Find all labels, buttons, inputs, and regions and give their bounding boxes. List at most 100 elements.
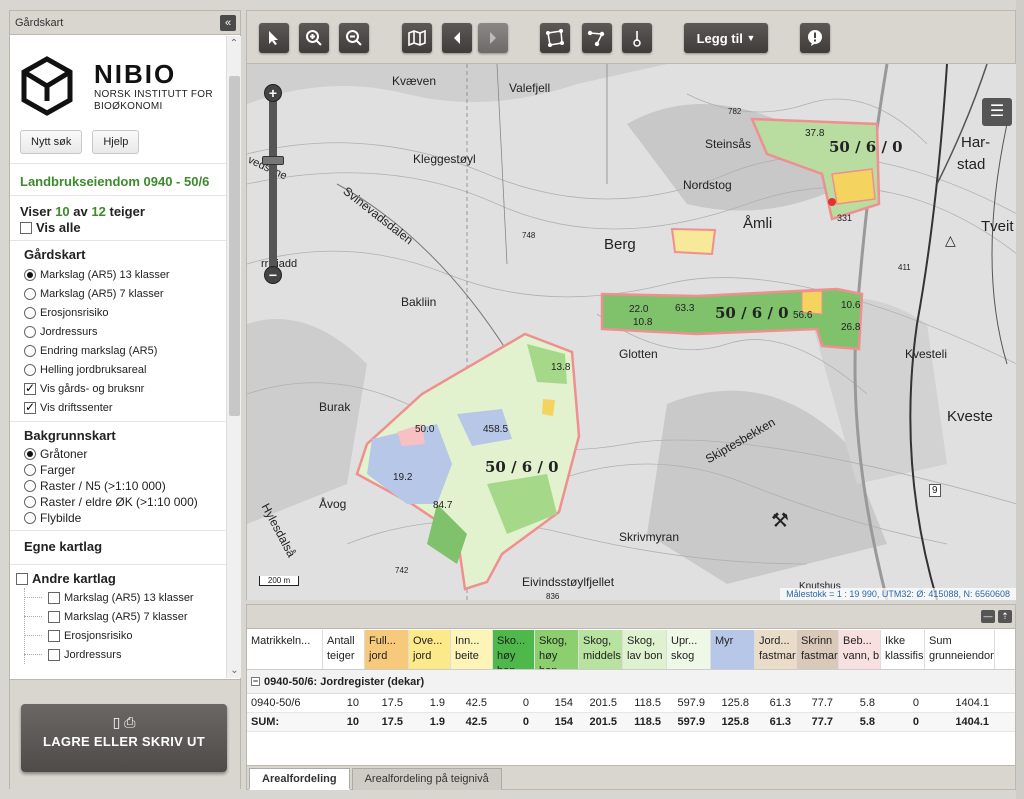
radio-button[interactable] <box>24 268 36 281</box>
minimize-icon[interactable]: — <box>981 610 995 623</box>
road-number: 9 <box>929 484 941 497</box>
column-header[interactable]: Sum grunneiendom <box>925 630 995 669</box>
radio-button[interactable] <box>24 464 36 476</box>
save-print-button[interactable]: ▯ ⎙ LAGRE ELLER SKRIV UT <box>21 704 227 772</box>
legg-til-button[interactable]: Legg til ▼ <box>684 23 768 53</box>
radio-button[interactable] <box>24 448 36 460</box>
spot-height: 411 <box>898 263 911 272</box>
scroll-thumb[interactable] <box>229 76 240 416</box>
table-cell: 61.3 <box>769 697 791 709</box>
column-header[interactable]: Upr... skog <box>667 630 711 669</box>
line-icon[interactable] <box>582 23 612 53</box>
column-header[interactable]: Jord... fastmar <box>755 630 797 669</box>
next-icon[interactable] <box>478 23 508 53</box>
column-header[interactable]: Ove... jord <box>409 630 451 669</box>
column-header[interactable]: Antall teiger <box>323 630 365 669</box>
radio-button[interactable] <box>24 325 36 338</box>
gardskart-option[interactable]: Vis driftssenter <box>24 398 226 417</box>
checkbox[interactable] <box>48 610 60 623</box>
andre-kartlag-checkbox[interactable]: Andre kartlag <box>10 565 226 586</box>
table-cell: 154 <box>554 716 573 728</box>
radio-button[interactable] <box>24 496 36 508</box>
background-option[interactable]: Raster / eldre ØK (>1:10 000) <box>24 494 226 510</box>
column-header[interactable]: Sko... høy bon <box>493 630 535 669</box>
triangle-icon: △ <box>945 232 956 248</box>
zoom-handle[interactable] <box>262 156 284 165</box>
gardskart-option[interactable]: Markslag (AR5) 13 klasser <box>24 265 226 284</box>
checkbox[interactable] <box>48 629 60 642</box>
background-option[interactable]: Gråtoner <box>24 446 226 462</box>
gardskart-option[interactable]: Vis gårds- og bruksnr <box>24 379 226 398</box>
vis-alle-check[interactable] <box>20 221 32 234</box>
layer-list-icon[interactable]: ☰ <box>982 98 1012 126</box>
gardskart-option[interactable]: Endring markslag (AR5) <box>24 341 226 360</box>
scroll-up-icon[interactable]: ⌃ <box>227 36 241 51</box>
table-row[interactable]: SUM: 10 17.5 1.9 42.5 0 154 201.5 118.5 597.9 125.… <box>247 713 1015 732</box>
tab-arealfordeling[interactable]: Arealfordeling <box>249 768 350 790</box>
column-header[interactable]: Myr <box>711 630 755 669</box>
background-option[interactable]: Raster / N5 (>1:10 000) <box>24 478 226 494</box>
gardskart-option[interactable]: Helling jordbruksareal <box>24 360 226 379</box>
collapse-group-icon[interactable]: − <box>251 677 260 686</box>
checkbox[interactable] <box>24 400 36 414</box>
zoom-in-button[interactable]: + <box>264 84 282 102</box>
gardskart-option[interactable]: Jordressurs <box>24 322 226 341</box>
column-header[interactable]: Full... jord <box>365 630 409 669</box>
vis-alle-checkbox[interactable]: Vis alle <box>10 219 226 241</box>
andre-kartlag-check[interactable] <box>16 572 28 585</box>
column-header[interactable]: Matrikkeln... <box>247 630 323 669</box>
column-header[interactable]: Skog, lav bon <box>623 630 667 669</box>
column-header[interactable]: Ikke klassifis <box>881 630 925 669</box>
table-group-row[interactable]: − 0940-50/6: Jordregister (dekar) <box>247 670 1015 694</box>
gardskart-option[interactable]: Markslag (AR5) 7 klasser <box>24 284 226 303</box>
map-view[interactable]: Kvæven Valefjell Steinsås Har- stad Kleg… <box>246 64 1016 600</box>
table-row[interactable]: 0940-50/6 10 17.5 1.9 42.5 0 154 201.5 118.5 597.… <box>247 694 1015 713</box>
table-cell: 10 <box>346 716 359 728</box>
radio-button[interactable] <box>24 480 36 492</box>
radio-button[interactable] <box>24 344 36 357</box>
table-cell: 125.8 <box>721 697 749 709</box>
egne-kartlag-heading[interactable]: Egne kartlag <box>10 531 226 565</box>
table-cell: SUM: <box>251 716 280 728</box>
polygon-icon[interactable] <box>540 23 570 53</box>
new-search-button[interactable]: Nytt søk <box>20 130 83 154</box>
background-option[interactable]: Farger <box>24 462 226 478</box>
zoom-in-icon[interactable] <box>299 23 329 53</box>
layer-item[interactable]: Jordressurs <box>10 645 226 664</box>
gardskart-option[interactable]: Erosjonsrisiko <box>24 303 226 322</box>
viser-prefix: Viser <box>20 204 52 219</box>
layer-item[interactable]: Markslag (AR5) 7 klasser <box>10 607 226 626</box>
help-button[interactable]: Hjelp <box>92 130 140 154</box>
radio-button[interactable] <box>24 363 36 376</box>
radio-button[interactable] <box>24 306 36 319</box>
maximize-icon[interactable]: ⇡ <box>998 610 1012 623</box>
radio-button[interactable] <box>24 287 36 300</box>
checkbox[interactable] <box>48 648 60 661</box>
layer-item[interactable]: Markslag (AR5) 13 klasser <box>10 588 226 607</box>
column-header[interactable]: Inn... beite <box>451 630 493 669</box>
prev-icon[interactable] <box>442 23 472 53</box>
column-header[interactable]: Skog, høy bon <box>535 630 579 669</box>
layer-item[interactable]: Erosjonsrisiko <box>10 626 226 645</box>
zoom-track[interactable] <box>269 84 277 284</box>
table-cell: 597.9 <box>677 716 705 728</box>
left-panel-scrollbar[interactable]: ⌃ ⌄ <box>226 36 241 678</box>
collapse-panel-button[interactable]: « <box>220 14 236 31</box>
info-icon[interactable] <box>800 23 830 53</box>
column-header[interactable]: Skrinn fastmar <box>797 630 839 669</box>
radio-button[interactable] <box>24 512 36 524</box>
background-option[interactable]: Flybilde <box>24 510 226 526</box>
scroll-down-icon[interactable]: ⌄ <box>227 663 242 678</box>
map-icon[interactable] <box>402 23 432 53</box>
column-header[interactable]: Skog, middels <box>579 630 623 669</box>
checkbox[interactable] <box>48 591 60 604</box>
zoom-out-icon[interactable] <box>339 23 369 53</box>
pointer-icon[interactable] <box>259 23 289 53</box>
checkbox[interactable] <box>24 381 36 395</box>
column-header[interactable]: Beb... vann, b <box>839 630 881 669</box>
tab-arealfordeling-teig[interactable]: Arealfordeling på teignivå <box>351 768 502 790</box>
zoom-slider[interactable]: + − <box>262 84 284 284</box>
zoom-out-button[interactable]: − <box>264 266 282 284</box>
point-icon[interactable] <box>622 23 652 53</box>
left-panel-content: NIBIO NORSK INSTITUTT FOR BIOØKONOMI Nyt… <box>10 36 226 678</box>
